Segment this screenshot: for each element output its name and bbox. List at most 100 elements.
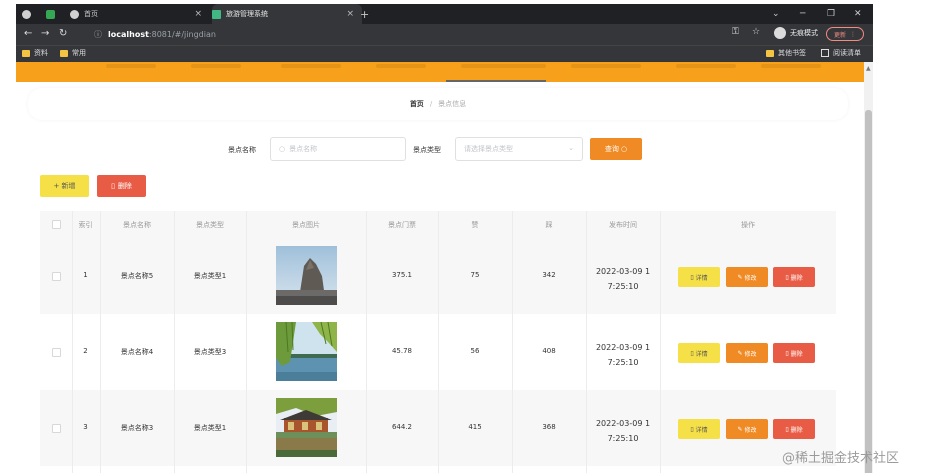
close-icon[interactable]: ×: [194, 9, 202, 19]
bookmark-folder[interactable]: 常用: [60, 48, 86, 58]
col-header-dislikes: 踩: [545, 221, 553, 229]
row-checkbox[interactable]: [52, 348, 61, 357]
reload-icon[interactable]: ↻: [59, 27, 67, 41]
delete-icon: ▯: [785, 425, 789, 433]
scroll-up-icon[interactable]: ▲: [866, 65, 871, 72]
breadcrumb: 首页 / 景点信息: [410, 99, 466, 109]
update-button[interactable]: 更新 ⋮: [826, 27, 864, 41]
detail-label: 详情: [695, 274, 708, 282]
name-search-input[interactable]: ○ 景点名称: [270, 137, 406, 161]
scenic-photo[interactable]: [276, 246, 337, 305]
url-bar[interactable]: ⓘ localhost :8081/#/jingdian: [94, 28, 734, 41]
batch-delete-button[interactable]: ▯ 删除: [97, 175, 146, 197]
column-divider: [438, 211, 439, 473]
star-icon[interactable]: ☆: [752, 27, 760, 37]
nav-item[interactable]: [106, 64, 156, 68]
search-icon: ○: [279, 145, 286, 153]
column-divider: [100, 211, 101, 473]
nav-item[interactable]: [191, 64, 241, 68]
globe-icon: [70, 9, 79, 19]
tab-pinned-1[interactable]: [22, 4, 40, 24]
breadcrumb-home[interactable]: 首页: [410, 99, 424, 109]
col-header-image: 景点图片: [292, 221, 320, 229]
col-header-index: 索引: [78, 221, 93, 229]
reading-list[interactable]: 阅读清单: [821, 48, 861, 58]
close-icon[interactable]: ×: [346, 9, 354, 19]
add-button[interactable]: + 新增: [40, 175, 89, 197]
detail-button[interactable]: ▯ 详情: [678, 267, 720, 287]
vue-logo-icon: [212, 9, 221, 19]
cell-likes: 415: [468, 423, 482, 431]
tab-home[interactable]: 首页 ×: [70, 4, 210, 24]
time-date: 2022-03-09 1: [595, 419, 651, 428]
cell-name: 景点名称4: [120, 348, 154, 356]
delete-icon: ▯: [111, 182, 115, 190]
cell-name: 景点名称5: [120, 272, 154, 280]
nav-item[interactable]: [376, 64, 426, 68]
nav-item[interactable]: [761, 64, 821, 68]
info-icon: ⓘ: [94, 30, 102, 39]
tab-active[interactable]: 旅游管理系统 ×: [212, 4, 362, 24]
incognito-indicator[interactable]: 无痕模式: [774, 27, 818, 39]
batch-delete-label: 删除: [117, 182, 132, 190]
edit-button[interactable]: ✎ 修改: [726, 419, 768, 439]
url-path: :8081/#/jingdian: [148, 30, 216, 39]
remove-button[interactable]: ▯ 删除: [773, 267, 815, 287]
bookmark-folder[interactable]: 资料: [22, 48, 48, 58]
row-checkbox[interactable]: [52, 424, 61, 433]
edit-button[interactable]: ✎ 修改: [726, 267, 768, 287]
remove-button[interactable]: ▯ 删除: [773, 343, 815, 363]
scrollbar-thumb[interactable]: [865, 110, 872, 473]
edit-icon: ✎: [737, 349, 743, 357]
nav-item[interactable]: [571, 64, 641, 68]
folder-icon: [60, 49, 68, 57]
back-icon[interactable]: ←: [24, 27, 32, 41]
edit-button[interactable]: ✎ 修改: [726, 343, 768, 363]
key-icon[interactable]: ⚿: [732, 27, 739, 37]
reading-list-icon: [821, 49, 829, 57]
select-all-checkbox[interactable]: [52, 220, 61, 229]
nav-item[interactable]: [676, 64, 736, 68]
sheet-icon: [46, 9, 55, 19]
globe-icon: [22, 9, 31, 19]
detail-button[interactable]: ▯ 详情: [678, 419, 720, 439]
column-divider: [246, 211, 247, 473]
minimize-icon[interactable]: ─: [800, 4, 805, 24]
url-host: localhost: [108, 30, 149, 39]
watermark: @稀土掘金技术社区: [782, 451, 900, 466]
page-scrollbar[interactable]: ▲: [864, 62, 873, 473]
restore-icon[interactable]: ❐: [827, 4, 835, 24]
col-header-time: 发布时间: [609, 221, 637, 229]
incognito-label: 无痕模式: [790, 29, 818, 37]
col-header-likes: 赞: [471, 221, 479, 229]
row-checkbox[interactable]: [52, 272, 61, 281]
name-search-placeholder: 景点名称: [289, 145, 318, 153]
tab-pinned-2[interactable]: [46, 4, 64, 24]
new-tab-button[interactable]: +: [360, 4, 374, 24]
more-vert-icon: ⋮: [850, 30, 856, 38]
scenic-photo[interactable]: [276, 322, 337, 381]
time-clock: 7:25:10: [607, 282, 639, 291]
scenic-photo[interactable]: [276, 398, 337, 457]
cell-name: 景点名称3: [120, 424, 154, 432]
breadcrumb-current: 景点信息: [438, 100, 467, 108]
bookmark-label: 资料: [34, 49, 48, 57]
nav-item[interactable]: [281, 64, 341, 68]
app-header: [16, 62, 864, 82]
query-button[interactable]: 查询 ○: [590, 138, 642, 160]
remove-button[interactable]: ▯ 删除: [773, 419, 815, 439]
name-search-label: 景点名称: [228, 146, 256, 154]
type-select[interactable]: 请选择景点类型 ⌄: [455, 137, 583, 161]
detail-button[interactable]: ▯ 详情: [678, 343, 720, 363]
remove-label: 删除: [790, 350, 803, 358]
edit-label: 修改: [744, 350, 757, 358]
cell-likes: 56: [470, 347, 480, 355]
chevron-down-icon[interactable]: ⌄: [772, 4, 780, 24]
bookmark-folder[interactable]: 其他书签: [766, 48, 806, 58]
breadcrumb-card: 首页 / 景点信息: [28, 88, 848, 120]
nav-item[interactable]: [461, 64, 546, 68]
type-search-label: 景点类型: [413, 146, 441, 154]
close-window-icon[interactable]: ✕: [854, 4, 862, 24]
forward-icon[interactable]: →: [41, 27, 49, 41]
cell-index: 2: [83, 347, 88, 355]
